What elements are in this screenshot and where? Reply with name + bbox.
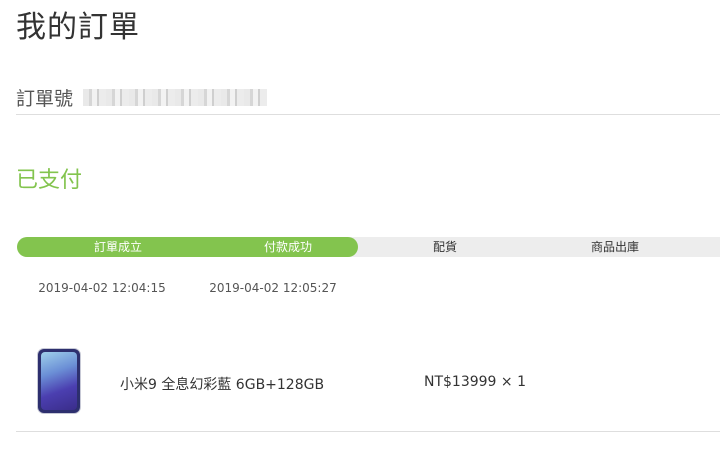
- product-divider: [16, 431, 720, 432]
- progress-step-payment-success: 付款成功: [263, 240, 312, 254]
- phone-icon[interactable]: [38, 349, 80, 413]
- progress-step-payment-success-time: 2019-04-02 12:05:27: [209, 281, 337, 295]
- order-number-row: 訂單號: [16, 84, 268, 110]
- product-name[interactable]: 小米9 全息幻彩藍 6GB+128GB: [120, 374, 324, 394]
- header-divider: [16, 114, 720, 115]
- order-number-redacted: [83, 88, 268, 106]
- progress-step-picking: 配貨: [432, 240, 457, 254]
- product-price-quantity: NT$13999 × 1: [424, 374, 527, 390]
- order-status: 已支付: [16, 168, 83, 193]
- progress-step-order-created: 訂單成立: [93, 240, 142, 254]
- progress-step-shipped: 商品出庫: [590, 240, 639, 254]
- progress-step-order-created-time: 2019-04-02 12:04:15: [38, 281, 166, 295]
- page-title: 我的訂單: [16, 10, 140, 45]
- order-number-label: 訂單號: [16, 87, 74, 110]
